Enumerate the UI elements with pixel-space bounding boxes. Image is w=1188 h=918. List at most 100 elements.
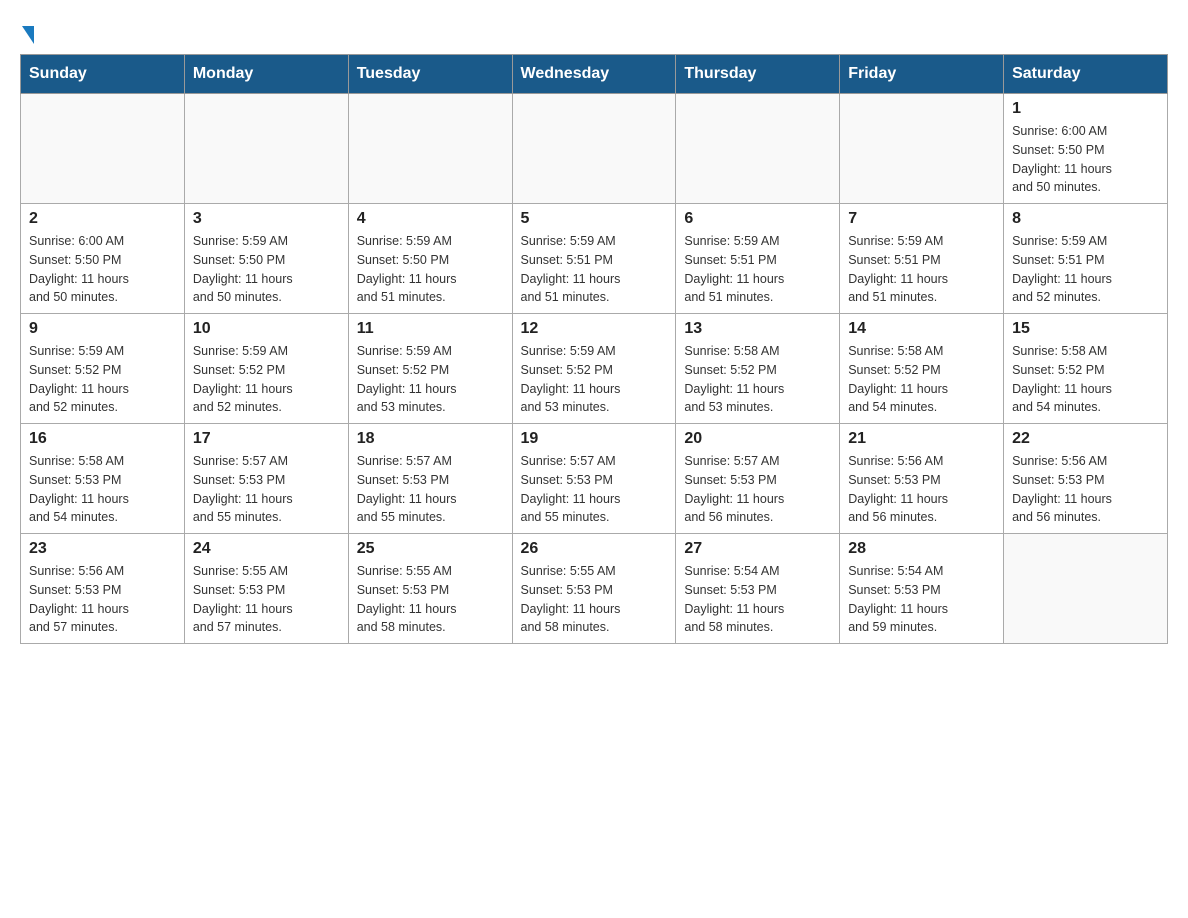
day-info: Sunrise: 5:54 AM Sunset: 5:53 PM Dayligh… <box>848 562 995 637</box>
day-number: 22 <box>1012 430 1159 448</box>
calendar-week-3: 9 Sunrise: 5:59 AM Sunset: 5:52 PM Daylig… <box>21 314 1168 424</box>
weekday-header-monday: Monday <box>184 55 348 94</box>
calendar-cell: 15 Sunrise: 5:58 AM Sunset: 5:52 PM Dayli… <box>1004 314 1168 424</box>
day-info: Sunrise: 5:56 AM Sunset: 5:53 PM Dayligh… <box>29 562 176 637</box>
weekday-header-saturday: Saturday <box>1004 55 1168 94</box>
calendar-week-2: 2 Sunrise: 6:00 AM Sunset: 5:50 PM Daylig… <box>21 204 1168 314</box>
calendar-cell: 9 Sunrise: 5:59 AM Sunset: 5:52 PM Daylig… <box>21 314 185 424</box>
calendar-cell <box>512 94 676 204</box>
calendar-cell <box>184 94 348 204</box>
day-number: 16 <box>29 430 176 448</box>
day-info: Sunrise: 5:59 AM Sunset: 5:52 PM Dayligh… <box>357 342 504 417</box>
day-number: 23 <box>29 540 176 558</box>
day-info: Sunrise: 5:59 AM Sunset: 5:51 PM Dayligh… <box>521 232 668 307</box>
day-info: Sunrise: 5:56 AM Sunset: 5:53 PM Dayligh… <box>1012 452 1159 527</box>
day-info: Sunrise: 5:54 AM Sunset: 5:53 PM Dayligh… <box>684 562 831 637</box>
weekday-header-sunday: Sunday <box>21 55 185 94</box>
logo <box>20 30 34 44</box>
calendar-cell: 23 Sunrise: 5:56 AM Sunset: 5:53 PM Dayli… <box>21 534 185 644</box>
weekday-header-tuesday: Tuesday <box>348 55 512 94</box>
calendar-cell: 6Sunrise: 5:59 AM Sunset: 5:51 PM Daylig… <box>676 204 840 314</box>
calendar-cell: 2 Sunrise: 6:00 AM Sunset: 5:50 PM Daylig… <box>21 204 185 314</box>
calendar-cell: 25 Sunrise: 5:55 AM Sunset: 5:53 PM Dayli… <box>348 534 512 644</box>
day-number: 12 <box>521 320 668 338</box>
day-number: 9 <box>29 320 176 338</box>
day-number: 11 <box>357 320 504 338</box>
day-info: Sunrise: 5:59 AM Sunset: 5:52 PM Dayligh… <box>29 342 176 417</box>
day-info: Sunrise: 5:56 AM Sunset: 5:53 PM Dayligh… <box>848 452 995 527</box>
weekday-header-thursday: Thursday <box>676 55 840 94</box>
day-number: 26 <box>521 540 668 558</box>
day-number: 5 <box>521 210 668 228</box>
day-info: Sunrise: 5:59 AM Sunset: 5:51 PM Dayligh… <box>848 232 995 307</box>
weekday-header-row: SundayMondayTuesdayWednesdayThursdayFrid… <box>21 55 1168 94</box>
calendar-cell: 4Sunrise: 5:59 AM Sunset: 5:50 PM Daylig… <box>348 204 512 314</box>
day-number: 20 <box>684 430 831 448</box>
calendar-week-4: 16 Sunrise: 5:58 AM Sunset: 5:53 PM Dayli… <box>21 424 1168 534</box>
day-number: 17 <box>193 430 340 448</box>
day-number: 14 <box>848 320 995 338</box>
day-number: 24 <box>193 540 340 558</box>
calendar-cell: 1 Sunrise: 6:00 AM Sunset: 5:50 PM Daylig… <box>1004 94 1168 204</box>
calendar-cell: 26 Sunrise: 5:55 AM Sunset: 5:53 PM Dayli… <box>512 534 676 644</box>
day-number: 8 <box>1012 210 1159 228</box>
weekday-header-friday: Friday <box>840 55 1004 94</box>
day-info: Sunrise: 5:59 AM Sunset: 5:51 PM Dayligh… <box>684 232 831 307</box>
calendar-cell: 21 Sunrise: 5:56 AM Sunset: 5:53 PM Dayli… <box>840 424 1004 534</box>
calendar-cell: 10Sunrise: 5:59 AM Sunset: 5:52 PM Dayli… <box>184 314 348 424</box>
day-info: Sunrise: 5:57 AM Sunset: 5:53 PM Dayligh… <box>193 452 340 527</box>
day-number: 3 <box>193 210 340 228</box>
calendar-cell: 16 Sunrise: 5:58 AM Sunset: 5:53 PM Dayli… <box>21 424 185 534</box>
day-info: Sunrise: 5:55 AM Sunset: 5:53 PM Dayligh… <box>193 562 340 637</box>
day-number: 13 <box>684 320 831 338</box>
day-info: Sunrise: 5:55 AM Sunset: 5:53 PM Dayligh… <box>521 562 668 637</box>
day-info: Sunrise: 5:57 AM Sunset: 5:53 PM Dayligh… <box>684 452 831 527</box>
calendar-cell: 27 Sunrise: 5:54 AM Sunset: 5:53 PM Dayli… <box>676 534 840 644</box>
day-info: Sunrise: 5:57 AM Sunset: 5:53 PM Dayligh… <box>357 452 504 527</box>
calendar-week-5: 23 Sunrise: 5:56 AM Sunset: 5:53 PM Dayli… <box>21 534 1168 644</box>
day-info: Sunrise: 5:59 AM Sunset: 5:50 PM Dayligh… <box>193 232 340 307</box>
day-info: Sunrise: 5:59 AM Sunset: 5:52 PM Dayligh… <box>193 342 340 417</box>
day-number: 1 <box>1012 100 1159 118</box>
calendar-cell: 11 Sunrise: 5:59 AM Sunset: 5:52 PM Dayli… <box>348 314 512 424</box>
day-number: 27 <box>684 540 831 558</box>
calendar-cell <box>676 94 840 204</box>
calendar-cell: 22 Sunrise: 5:56 AM Sunset: 5:53 PM Dayli… <box>1004 424 1168 534</box>
day-info: Sunrise: 5:59 AM Sunset: 5:52 PM Dayligh… <box>521 342 668 417</box>
day-number: 28 <box>848 540 995 558</box>
day-info: Sunrise: 5:58 AM Sunset: 5:52 PM Dayligh… <box>684 342 831 417</box>
calendar-cell: 14Sunrise: 5:58 AM Sunset: 5:52 PM Dayli… <box>840 314 1004 424</box>
day-info: Sunrise: 5:58 AM Sunset: 5:53 PM Dayligh… <box>29 452 176 527</box>
calendar-cell: 5 Sunrise: 5:59 AM Sunset: 5:51 PM Daylig… <box>512 204 676 314</box>
day-number: 18 <box>357 430 504 448</box>
day-number: 21 <box>848 430 995 448</box>
calendar-cell: 13 Sunrise: 5:58 AM Sunset: 5:52 PM Dayli… <box>676 314 840 424</box>
calendar-cell <box>348 94 512 204</box>
calendar-cell <box>21 94 185 204</box>
day-info: Sunrise: 5:57 AM Sunset: 5:53 PM Dayligh… <box>521 452 668 527</box>
day-number: 19 <box>521 430 668 448</box>
calendar-cell: 3 Sunrise: 5:59 AM Sunset: 5:50 PM Daylig… <box>184 204 348 314</box>
day-number: 25 <box>357 540 504 558</box>
day-info: Sunrise: 5:55 AM Sunset: 5:53 PM Dayligh… <box>357 562 504 637</box>
calendar-table: SundayMondayTuesdayWednesdayThursdayFrid… <box>20 54 1168 644</box>
calendar-cell <box>840 94 1004 204</box>
calendar-cell: 17 Sunrise: 5:57 AM Sunset: 5:53 PM Dayli… <box>184 424 348 534</box>
day-info: Sunrise: 5:58 AM Sunset: 5:52 PM Dayligh… <box>1012 342 1159 417</box>
calendar-week-1: 1 Sunrise: 6:00 AM Sunset: 5:50 PM Daylig… <box>21 94 1168 204</box>
calendar-cell: 8 Sunrise: 5:59 AM Sunset: 5:51 PM Daylig… <box>1004 204 1168 314</box>
day-number: 7 <box>848 210 995 228</box>
calendar-cell: 19 Sunrise: 5:57 AM Sunset: 5:53 PM Dayli… <box>512 424 676 534</box>
calendar-cell: 7 Sunrise: 5:59 AM Sunset: 5:51 PM Daylig… <box>840 204 1004 314</box>
page-header <box>20 20 1168 44</box>
calendar-cell: 24 Sunrise: 5:55 AM Sunset: 5:53 PM Dayli… <box>184 534 348 644</box>
day-info: Sunrise: 5:59 AM Sunset: 5:50 PM Dayligh… <box>357 232 504 307</box>
day-number: 2 <box>29 210 176 228</box>
day-info: Sunrise: 5:59 AM Sunset: 5:51 PM Dayligh… <box>1012 232 1159 307</box>
calendar-cell: 28 Sunrise: 5:54 AM Sunset: 5:53 PM Dayli… <box>840 534 1004 644</box>
day-info: Sunrise: 6:00 AM Sunset: 5:50 PM Dayligh… <box>1012 122 1159 197</box>
day-number: 15 <box>1012 320 1159 338</box>
calendar-cell: 18 Sunrise: 5:57 AM Sunset: 5:53 PM Dayli… <box>348 424 512 534</box>
logo-arrow-icon <box>22 26 34 44</box>
day-info: Sunrise: 6:00 AM Sunset: 5:50 PM Dayligh… <box>29 232 176 307</box>
